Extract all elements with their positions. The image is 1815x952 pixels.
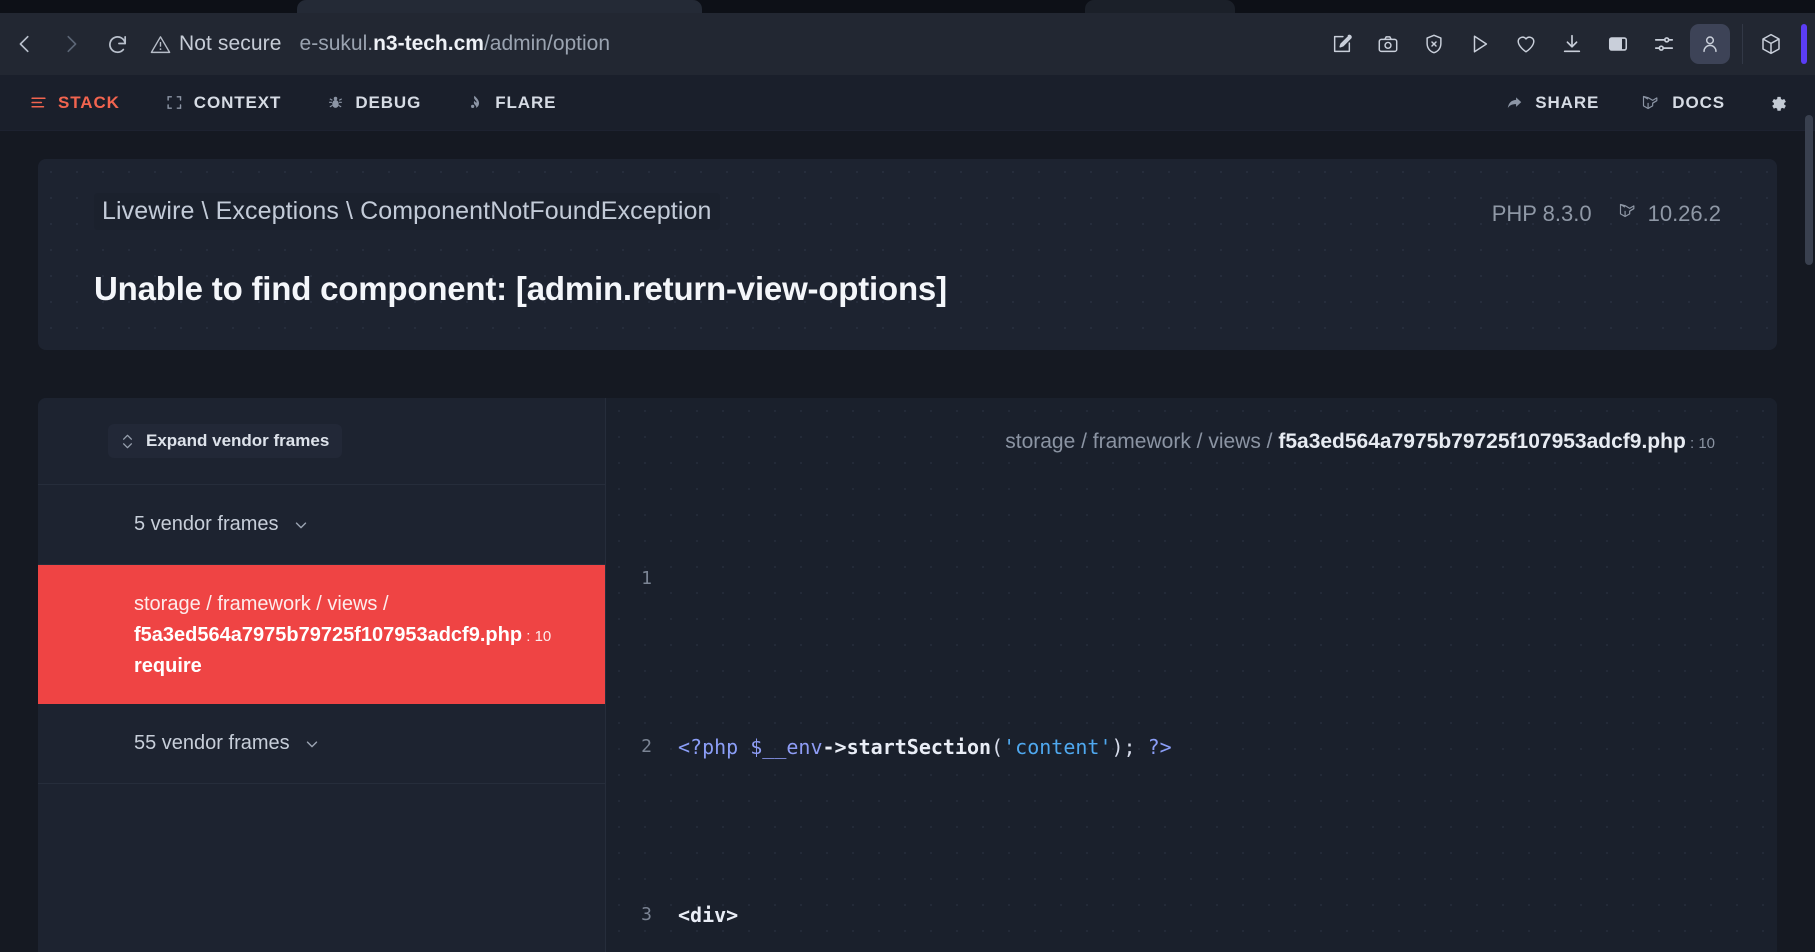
- frame-filename: f5a3ed564a7975b79725f107953adcf9.php: [134, 624, 522, 646]
- chevron-down-icon: [303, 735, 321, 753]
- tab-stack-label: STACK: [58, 93, 120, 113]
- frame-path-wrap: storage / framework / views / f5a3ed564a…: [134, 589, 581, 651]
- stack-frame-active[interactable]: storage / framework / views / f5a3ed564a…: [38, 565, 605, 704]
- laravel-icon: [1641, 93, 1661, 113]
- tab-debug[interactable]: DEBUG: [327, 93, 421, 113]
- share-button[interactable]: SHARE: [1505, 93, 1599, 113]
- code-line-number: 10: [1698, 435, 1715, 452]
- ignition-actions: SHARE DOCS: [1505, 91, 1791, 115]
- url-text: e-sukul.n3-tech.cm/admin/option: [300, 32, 611, 56]
- docs-label: DOCS: [1672, 93, 1725, 113]
- address-bar[interactable]: Not secure e-sukul.n3-tech.cm/admin/opti…: [150, 23, 1322, 65]
- tab-debug-label: DEBUG: [355, 93, 421, 113]
- code-preview-panel: storage / framework / views / f5a3ed564a…: [606, 398, 1777, 952]
- ignition-error-page: STACK CONTEXT DEBUG FLARE: [0, 75, 1815, 952]
- tab-stack[interactable]: STACK: [30, 93, 120, 113]
- frame-directory: storage / framework / views /: [134, 593, 389, 615]
- laravel-icon: [1618, 201, 1638, 227]
- url-domain: n3-tech.cm: [373, 32, 484, 55]
- tab-flare[interactable]: FLARE: [467, 93, 556, 113]
- browser-toolbar: Not secure e-sukul.n3-tech.cm/admin/opti…: [0, 13, 1815, 75]
- docs-button[interactable]: DOCS: [1641, 93, 1725, 113]
- forward-button[interactable]: [48, 21, 94, 67]
- ignition-tabs: STACK CONTEXT DEBUG FLARE: [30, 93, 556, 113]
- code-line: 2 <?php $__env->startSection('content');…: [606, 726, 1777, 768]
- exception-class: Livewire \ Exceptions \ ComponentNotFoun…: [102, 197, 712, 225]
- browser-accent-bar: [1801, 24, 1807, 64]
- chevron-down-icon: [292, 516, 310, 534]
- brackets-icon: [166, 94, 183, 111]
- code-file-breadcrumb: storage / framework / views / f5a3ed564a…: [606, 398, 1777, 474]
- chevron-updown-icon: [121, 433, 134, 450]
- code-directory: storage / framework / views /: [1005, 430, 1272, 453]
- laravel-version-wrap: 10.26.2: [1618, 201, 1721, 227]
- gear-icon[interactable]: [1767, 91, 1791, 115]
- edit-note-icon[interactable]: [1322, 24, 1362, 64]
- download-icon[interactable]: [1552, 24, 1592, 64]
- heart-icon[interactable]: [1506, 24, 1546, 64]
- sidebar-panel-icon[interactable]: [1598, 24, 1638, 64]
- version-badges: PHP 8.3.0 10.26.2: [1492, 201, 1721, 227]
- line-content: <div>: [666, 894, 738, 936]
- camera-icon[interactable]: [1368, 24, 1408, 64]
- profile-icon[interactable]: [1690, 24, 1730, 64]
- line-number: 1: [606, 558, 666, 600]
- security-status-text: Not secure: [179, 32, 282, 56]
- expand-vendor-frames-label: Expand vendor frames: [146, 431, 329, 451]
- stack-trace: Expand vendor frames 5 vendor frames sto…: [38, 398, 1777, 952]
- code-line: 1: [606, 558, 1777, 600]
- vendor-frames-bottom-label: 55 vendor frames: [134, 732, 290, 755]
- sliders-icon[interactable]: [1644, 24, 1684, 64]
- code-filename: f5a3ed564a7975b79725f107953adcf9.php: [1278, 430, 1685, 453]
- vendor-frames-group-bottom[interactable]: 55 vendor frames: [38, 704, 605, 784]
- error-card: PHP 8.3.0 10.26.2 Livewire \ Exceptions …: [38, 159, 1777, 350]
- flare-icon: [467, 94, 484, 111]
- laravel-version: 10.26.2: [1648, 201, 1721, 227]
- line-number: 3: [606, 894, 666, 936]
- tab-context-label: CONTEXT: [194, 93, 282, 113]
- reload-button[interactable]: [94, 21, 140, 67]
- browser-tab-strip: [0, 0, 1815, 13]
- scrollbar-thumb[interactable]: [1805, 115, 1813, 265]
- expand-vendor-frames-row: Expand vendor frames: [38, 398, 605, 485]
- error-message: Unable to find component: [admin.return-…: [94, 270, 1721, 308]
- vendor-frames-group-top[interactable]: 5 vendor frames: [38, 485, 605, 565]
- not-secure-warning-icon: [150, 34, 171, 55]
- toolbar-divider: [1742, 24, 1743, 64]
- expand-vendor-frames-button[interactable]: Expand vendor frames: [108, 424, 342, 458]
- tab-context[interactable]: CONTEXT: [166, 93, 282, 113]
- ignition-navbar: STACK CONTEXT DEBUG FLARE: [0, 75, 1815, 131]
- exception-class-badge: Livewire \ Exceptions \ ComponentNotFoun…: [94, 193, 720, 230]
- share-arrow-icon: [1505, 93, 1524, 112]
- extension-icons: [1322, 24, 1730, 64]
- frame-line-sep: :: [522, 628, 535, 645]
- cube-icon[interactable]: [1751, 24, 1791, 64]
- line-content: <?php $__env->startSection('content'); ?…: [666, 726, 1172, 768]
- vendor-frames-top-label: 5 vendor frames: [134, 513, 279, 536]
- browser-tab-inactive[interactable]: [1085, 0, 1235, 13]
- code-line-sep: :: [1686, 435, 1699, 452]
- page-scrollbar[interactable]: [1803, 75, 1815, 952]
- stack-frames-list: Expand vendor frames 5 vendor frames sto…: [38, 398, 606, 952]
- line-number: 2: [606, 726, 666, 768]
- bug-icon: [327, 94, 344, 111]
- share-label: SHARE: [1535, 93, 1599, 113]
- frame-line-number: 10: [535, 628, 552, 645]
- send-arrow-icon[interactable]: [1460, 24, 1500, 64]
- shield-x-icon[interactable]: [1414, 24, 1454, 64]
- url-path: /admin/option: [484, 32, 610, 55]
- code-lines: 1 2 <?php $__env->startSection('content'…: [606, 474, 1777, 952]
- code-line: 3 <div>: [606, 894, 1777, 936]
- navigation-buttons: [0, 21, 140, 67]
- back-button[interactable]: [2, 21, 48, 67]
- url-subdomain: e-sukul.: [300, 32, 374, 55]
- tab-flare-label: FLARE: [495, 93, 556, 113]
- frame-method: require: [134, 655, 581, 678]
- browser-tab[interactable]: [297, 0, 702, 13]
- ignition-content: PHP 8.3.0 10.26.2 Livewire \ Exceptions …: [0, 131, 1815, 952]
- php-version: PHP 8.3.0: [1492, 201, 1592, 227]
- browser-right-rail: [1751, 24, 1807, 64]
- stack-lines-icon: [30, 94, 47, 111]
